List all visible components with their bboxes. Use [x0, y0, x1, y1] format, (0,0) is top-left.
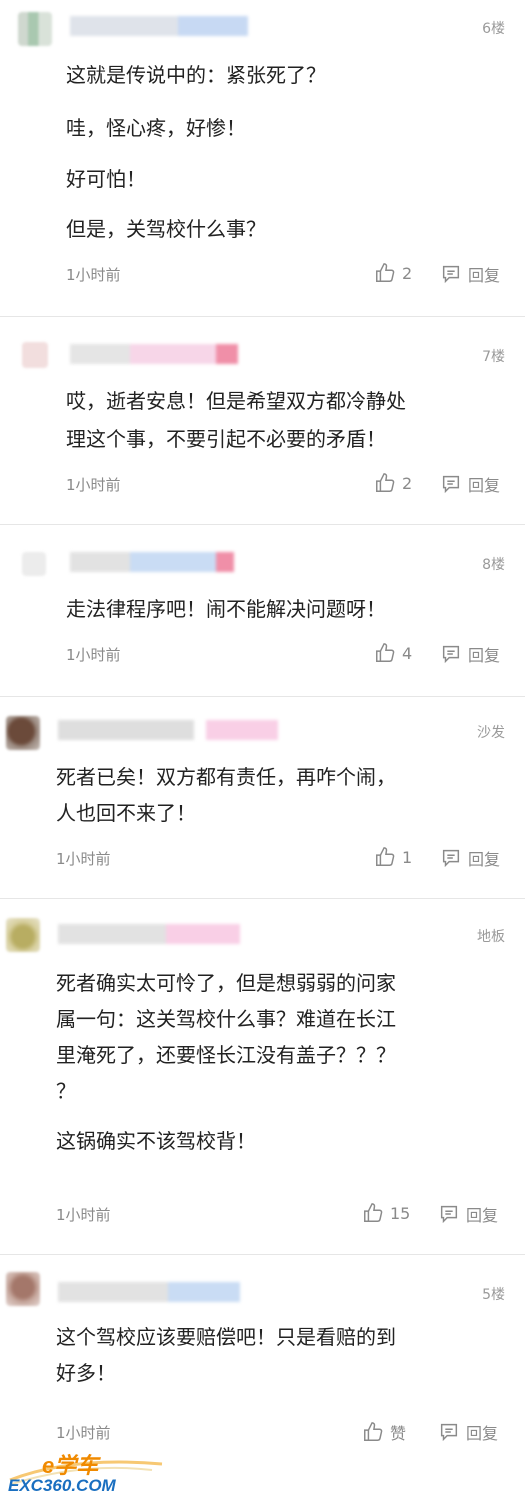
like-count: 2 [402, 263, 413, 283]
like-count: 1 [402, 847, 413, 867]
comment-icon [442, 645, 460, 664]
timestamp: 1小时前 [56, 850, 111, 868]
comment-text: 这锅确实不该驾校背！ [56, 1129, 256, 1153]
reply-label: 回复 [468, 476, 501, 495]
avatar[interactable] [6, 716, 40, 750]
timestamp: 1小时前 [66, 646, 121, 664]
reply-label: 回复 [466, 1206, 499, 1225]
floor-label: 8楼 [482, 557, 505, 573]
comment-text: 走法律程序吧！闹不能解决问题呀！ [66, 597, 386, 621]
comment-text: 死者确实太可怜了，但是想弱弱的问家 [56, 971, 396, 995]
like-count: 2 [402, 473, 413, 493]
username-blurred[interactable] [58, 924, 240, 944]
thumbs-up-icon [376, 847, 395, 866]
comment-text: ？ [56, 1079, 76, 1103]
floor-label: 6楼 [482, 21, 505, 37]
username-blurred[interactable] [70, 552, 234, 572]
comment-text: 人也回不来了！ [56, 801, 196, 825]
like-button[interactable]: 4 [374, 642, 412, 664]
comment-text: 里淹死了，还要怪长江没有盖子？？？ [56, 1043, 396, 1067]
comment-icon [442, 265, 460, 284]
timestamp: 1小时前 [56, 1424, 111, 1442]
reply-button[interactable]: 回复 [438, 1202, 498, 1226]
comment-item: 地板 死者确实太可怜了，但是想弱弱的问家 属一句：这关驾校什么事？难道在长江 里… [0, 898, 525, 1255]
timestamp: 1小时前 [66, 476, 121, 494]
comment-item: 6楼 这就是传说中的：紧张死了？ 哇，怪心疼，好惨！ 好可怕！ 但是，关驾校什么… [0, 0, 525, 317]
avatar[interactable] [6, 918, 40, 952]
comment-text: 好多！ [56, 1361, 116, 1385]
floor-label: 5楼 [482, 1287, 505, 1303]
reply-button[interactable]: 回复 [438, 1420, 498, 1444]
username-blurred[interactable] [70, 16, 248, 36]
like-button[interactable]: 赞 [362, 1420, 406, 1444]
thumbs-up-icon [376, 263, 395, 282]
comment-icon [440, 1423, 458, 1442]
comment-icon [442, 475, 460, 494]
like-count: 15 [390, 1203, 411, 1223]
like-button[interactable]: 2 [374, 262, 412, 284]
reply-button[interactable]: 回复 [440, 262, 500, 286]
reply-label: 回复 [468, 850, 501, 869]
reply-label: 回复 [468, 266, 501, 285]
like-button[interactable]: 1 [374, 846, 412, 868]
username-blurred[interactable] [58, 1282, 240, 1302]
reply-label: 回复 [466, 1424, 499, 1443]
comment-text: 这个驾校应该要赔偿吧！只是看赔的到 [56, 1325, 396, 1349]
comment-icon [442, 849, 460, 868]
like-count: 4 [402, 643, 413, 663]
floor-label: 沙发 [477, 725, 505, 741]
timestamp: 1小时前 [66, 266, 121, 284]
avatar[interactable] [22, 552, 46, 576]
comment-text: 哇，怪心疼，好惨！ [66, 116, 246, 140]
like-button[interactable]: 15 [362, 1202, 410, 1224]
comment-text: 死者已矣！双方都有责任，再咋个闹， [56, 765, 396, 789]
watermark-line2: EXC360.COM [8, 1476, 116, 1495]
reply-label: 回复 [468, 646, 501, 665]
reply-button[interactable]: 回复 [440, 472, 500, 496]
comment-icon [440, 1205, 458, 1224]
comment-text: 但是，关驾校什么事？ [66, 217, 266, 241]
comment-text: 属一句：这关驾校什么事？难道在长江 [56, 1007, 396, 1031]
reply-button[interactable]: 回复 [440, 846, 500, 870]
avatar[interactable] [22, 342, 48, 368]
comment-item: 7楼 哎，逝者安息！但是希望双方都冷静处 理这个事，不要引起不必要的矛盾！ 1小… [0, 316, 525, 525]
comment-text: 好可怕！ [66, 167, 146, 191]
thumbs-up-icon [364, 1203, 383, 1222]
floor-label: 7楼 [482, 349, 505, 365]
timestamp: 1小时前 [56, 1206, 111, 1224]
like-count: 赞 [390, 1424, 407, 1443]
comment-text: 理这个事，不要引起不必要的矛盾！ [66, 427, 386, 451]
avatar[interactable] [18, 12, 52, 46]
watermark-logo: e学车 EXC360.COM [2, 1453, 172, 1498]
thumbs-up-icon [364, 1422, 383, 1441]
comment-text: 哎，逝者安息！但是希望双方都冷静处 [66, 389, 406, 413]
username-blurred[interactable] [58, 720, 278, 740]
thumbs-up-icon [376, 473, 395, 492]
reply-button[interactable]: 回复 [440, 642, 500, 666]
thumbs-up-icon [376, 643, 395, 662]
avatar[interactable] [6, 1272, 40, 1306]
floor-label: 地板 [477, 929, 505, 945]
comment-text: 这就是传说中的：紧张死了？ [66, 63, 326, 87]
username-blurred[interactable] [70, 344, 238, 364]
comment-item: 沙发 死者已矣！双方都有责任，再咋个闹， 人也回不来了！ 1小时前 1 回复 [0, 696, 525, 899]
like-button[interactable]: 2 [374, 472, 412, 494]
comment-item: 8楼 走法律程序吧！闹不能解决问题呀！ 1小时前 4 回复 [0, 524, 525, 697]
